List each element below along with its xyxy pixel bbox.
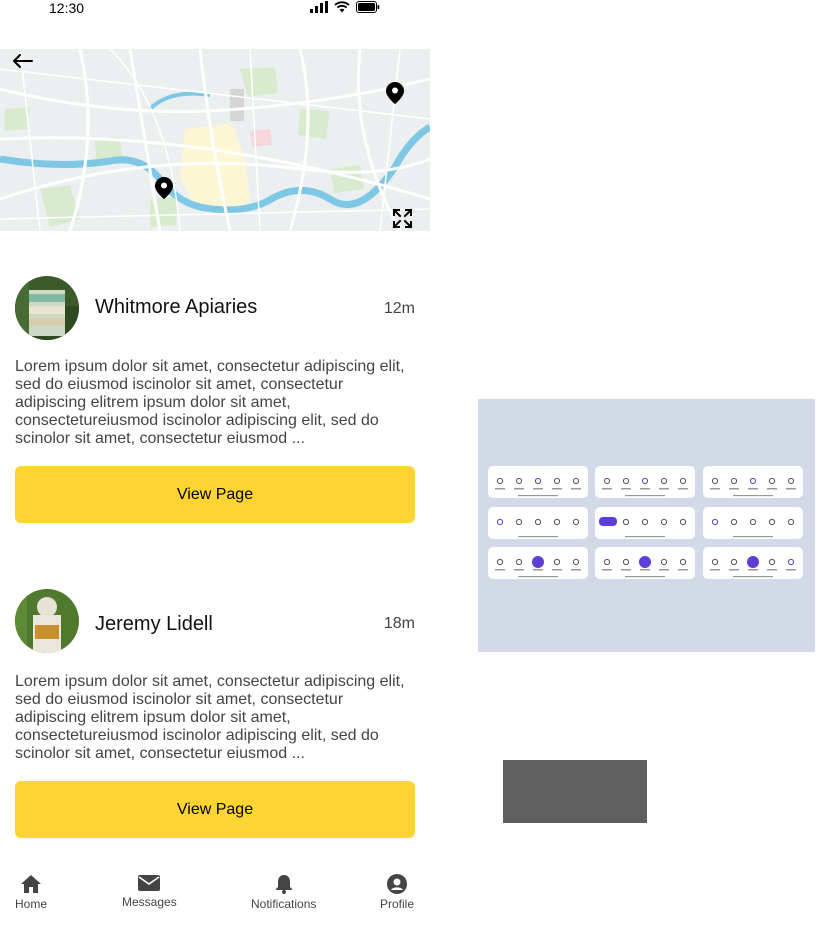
nav-variant-thumbnail <box>595 507 695 539</box>
nav-label: Home <box>15 897 48 911</box>
nav-variant-thumbnail <box>703 466 803 498</box>
bottom-nav: Home Messages Notifications Profile <box>0 864 430 924</box>
status-icons <box>310 1 380 13</box>
view-page-button[interactable]: View Page <box>15 781 415 838</box>
map-pin-icon[interactable] <box>155 177 173 199</box>
nav-item-home[interactable]: Home <box>15 874 47 911</box>
nav-variant-thumbnail <box>703 547 803 579</box>
home-icon <box>21 875 41 893</box>
post-card: Jeremy Lidell 18m Lorem ipsum dolor sit … <box>15 589 415 839</box>
bell-icon <box>275 875 292 894</box>
wifi-icon <box>334 1 350 13</box>
expand-icon[interactable] <box>392 208 413 229</box>
envelope-icon <box>138 875 161 891</box>
post-author-name[interactable]: Jeremy Lidell <box>95 613 213 636</box>
post-author-name[interactable]: Whitmore Apiaries <box>95 296 257 319</box>
back-arrow-icon[interactable] <box>12 54 34 68</box>
avatar[interactable] <box>15 589 79 653</box>
avatar[interactable] <box>15 276 79 340</box>
nav-variant-thumbnail <box>488 466 588 498</box>
nav-variants-preview <box>478 399 815 652</box>
map-image <box>0 49 430 231</box>
status-bar: 12:30 <box>0 0 430 18</box>
nav-variant-thumbnail <box>595 466 695 498</box>
nav-variant-thumbnail <box>488 507 588 539</box>
nav-item-notifications[interactable]: Notifications <box>251 874 316 911</box>
post-body: Lorem ipsum dolor sit amet, consectetur … <box>15 358 405 447</box>
user-circle-icon <box>387 874 407 894</box>
post-body: Lorem ipsum dolor sit amet, consectetur … <box>15 673 405 762</box>
nav-label: Profile <box>380 897 415 911</box>
placeholder-block <box>503 760 647 823</box>
nav-variant-thumbnail <box>595 547 695 579</box>
signal-icon <box>310 1 328 13</box>
map-view[interactable] <box>0 49 430 231</box>
post-timestamp: 18m <box>383 615 415 632</box>
view-page-button[interactable]: View Page <box>15 466 415 523</box>
battery-icon <box>356 1 380 13</box>
status-time: 12:30 <box>49 0 85 16</box>
nav-item-profile[interactable]: Profile <box>380 874 414 911</box>
nav-item-messages[interactable]: Messages <box>122 874 177 909</box>
post-card: Whitmore Apiaries 12m Lorem ipsum dolor … <box>15 276 415 526</box>
nav-variant-thumbnail <box>703 507 803 539</box>
post-timestamp: 12m <box>383 300 415 317</box>
map-pin-icon[interactable] <box>386 82 404 104</box>
nav-variant-thumbnail <box>488 547 588 579</box>
nav-label: Messages <box>122 895 177 909</box>
nav-label: Notifications <box>251 897 317 911</box>
